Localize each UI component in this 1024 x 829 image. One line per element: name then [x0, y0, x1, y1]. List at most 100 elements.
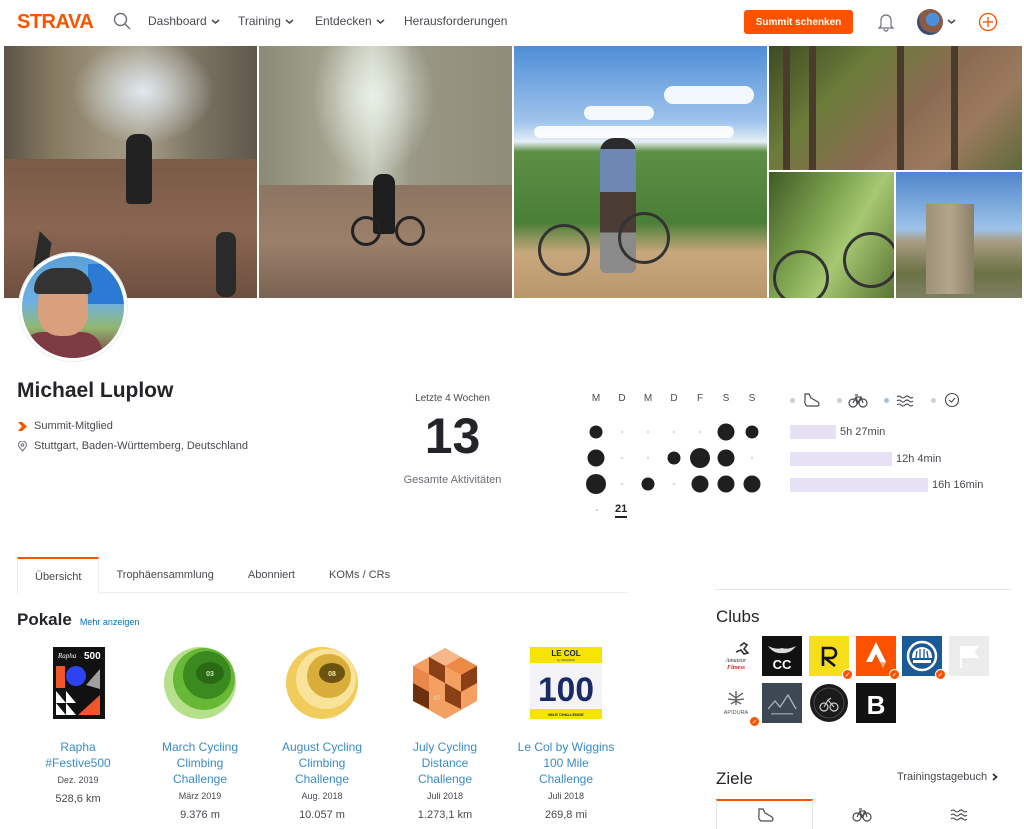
show-more-link[interactable]: Mehr anzeigen: [80, 617, 140, 627]
tree-trunk: [897, 46, 904, 170]
tab-koms-crs[interactable]: KOMs / CRs: [312, 557, 407, 593]
activity-dot[interactable]: [667, 451, 681, 465]
activity-dot[interactable]: [691, 475, 709, 493]
club-strava[interactable]: ✓: [856, 636, 900, 680]
activity-dot[interactable]: [717, 475, 735, 493]
bell-icon[interactable]: [877, 12, 895, 32]
lecol-100-badge[interactable]: LE COL by WIGGINS 100 MILE CHALLENGE: [528, 645, 604, 721]
club-b[interactable]: B: [856, 683, 896, 723]
svg-text:08: 08: [328, 671, 336, 678]
svg-text:by WIGGINS: by WIGGINS: [557, 658, 574, 662]
rider-figure: [126, 134, 152, 204]
activity-dot[interactable]: [587, 449, 605, 467]
trophy-name[interactable]: Rapha #Festive500: [18, 739, 138, 771]
tab-abonniert[interactable]: Abonniert: [231, 557, 312, 593]
chevron-down-icon[interactable]: [947, 17, 956, 26]
sport-tab-ride[interactable]: [837, 392, 868, 408]
photo-1[interactable]: [4, 46, 257, 298]
weekday-label: D: [670, 393, 678, 404]
activity-dot[interactable]: [690, 448, 710, 468]
trophy-item[interactable]: 07 July Cycling Distance Challenge Juli 20…: [385, 645, 505, 821]
svg-text:APIDURA: APIDURA: [724, 710, 749, 716]
photo-2[interactable]: [259, 46, 512, 298]
club-amateur-fitness[interactable]: Amateur Fitness: [716, 636, 756, 676]
club-cycling-circle[interactable]: [809, 683, 849, 723]
period-label: Letzte 4 Wochen: [415, 393, 490, 404]
club-helmet[interactable]: ✓: [902, 636, 946, 680]
current-week-label[interactable]: 21: [615, 503, 628, 518]
march-climbing-badge[interactable]: 03: [162, 645, 238, 721]
summit-gift-button[interactable]: Summit schenken: [744, 10, 853, 34]
activity-dot[interactable]: [743, 475, 761, 493]
goal-tab-run[interactable]: [716, 799, 814, 829]
club-r[interactable]: ✓: [809, 636, 853, 680]
activity-dot-empty: [647, 457, 649, 459]
sport-time-bar: [790, 452, 892, 466]
club-cc[interactable]: CC: [762, 636, 802, 676]
nav-dashboard[interactable]: Dashboard: [148, 14, 220, 28]
nav-entdecken-label: Entdecken: [315, 14, 372, 28]
nav-herausforderungen[interactable]: Herausforderungen: [404, 14, 507, 28]
trophy-item[interactable]: LE COL by WIGGINS 100 MILE CHALLENGE Le …: [506, 645, 626, 821]
nav-training[interactable]: Training: [238, 14, 294, 28]
search-icon[interactable]: [113, 12, 131, 30]
activity-dot-empty: [621, 431, 623, 433]
trophy-name[interactable]: Le Col by Wiggins 100 Mile Challenge: [506, 739, 626, 787]
photo-6[interactable]: [896, 172, 1022, 298]
svg-text:Rapha: Rapha: [57, 652, 77, 660]
activity-dot-empty: [751, 457, 753, 459]
tab-uebersicht[interactable]: Übersicht: [17, 557, 100, 594]
august-climbing-badge[interactable]: 08: [284, 645, 360, 721]
tab-trophaeensammlung[interactable]: Trophäensammlung: [99, 557, 230, 593]
trophy-name-line: Challenge: [172, 772, 228, 786]
activity-dot[interactable]: [586, 474, 606, 494]
nav-training-label: Training: [238, 14, 281, 28]
trophies-header: Pokale Mehr anzeigen: [17, 610, 139, 630]
activity-dot[interactable]: [717, 423, 735, 441]
goal-tab-swim[interactable]: [911, 799, 1008, 829]
training-log-link[interactable]: Trainingstagebuch: [897, 771, 998, 783]
strava-logo[interactable]: STRAVA: [17, 11, 94, 34]
weekday-label: F: [696, 393, 704, 404]
photo-4[interactable]: [769, 46, 1022, 170]
sport-tab-other[interactable]: [931, 392, 962, 408]
cc-logo: CC: [768, 646, 796, 672]
trophy-name[interactable]: August Cycling Climbing Challenge: [262, 739, 382, 787]
sport-tab-run[interactable]: [790, 392, 821, 408]
sport-tabs: [790, 392, 962, 408]
trophy-value: 10.057 m: [299, 809, 345, 821]
plus-circle-icon[interactable]: [978, 12, 998, 32]
august-badge-graphic: 08: [286, 647, 358, 719]
sport-dot: [790, 397, 795, 403]
club-flag[interactable]: [949, 636, 989, 676]
trophy-name[interactable]: July Cycling Distance Challenge: [385, 739, 505, 787]
trophy-item[interactable]: Rapha 500 Rapha #Festive500 Dez. 2019 528…: [18, 645, 138, 805]
activity-dot[interactable]: [717, 449, 735, 467]
photo-3[interactable]: [514, 46, 767, 298]
avatar[interactable]: [917, 9, 943, 35]
sport-tab-swim[interactable]: [884, 392, 915, 408]
weekday-label: M: [591, 393, 601, 404]
july-distance-badge[interactable]: 07: [407, 645, 483, 721]
castle-tower: [926, 204, 974, 294]
club-mountain[interactable]: [762, 683, 802, 723]
goal-tab-ride[interactable]: [813, 799, 910, 829]
lecol-badge-graphic: LE COL by WIGGINS 100 MILE CHALLENGE: [530, 647, 602, 719]
rapha-festive500-badge[interactable]: Rapha 500: [40, 645, 116, 721]
activity-dot[interactable]: [745, 425, 759, 439]
photo-5[interactable]: [769, 172, 894, 298]
trophy-name[interactable]: March Cycling Climbing Challenge: [140, 739, 260, 787]
trophy-name-line: Challenge: [417, 772, 473, 786]
profile-avatar[interactable]: [19, 253, 127, 361]
athlete-name: Michael Luplow: [17, 379, 174, 402]
activity-dot[interactable]: [641, 477, 655, 491]
activity-dot[interactable]: [589, 425, 603, 439]
cloud: [664, 86, 754, 104]
trophy-item[interactable]: 08 August Cycling Climbing Challenge Aug. …: [262, 645, 382, 821]
trophy-item[interactable]: 03 March Cycling Climbing Challenge März 2…: [140, 645, 260, 821]
club-apidura[interactable]: APIDURA ✓: [716, 683, 760, 727]
nav-entdecken[interactable]: Entdecken: [315, 14, 385, 28]
avatar-sign: [88, 264, 124, 304]
bike-wheel: [351, 216, 381, 246]
weekday-label: S: [722, 393, 730, 404]
